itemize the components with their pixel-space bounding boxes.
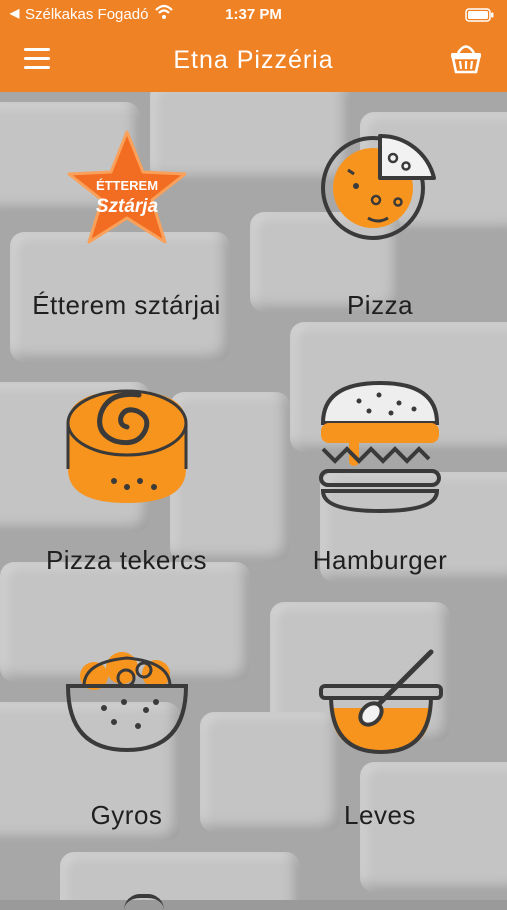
category-leves[interactable]: Leves	[253, 640, 507, 850]
navigation-bar: Etna Pizzéria	[0, 30, 507, 92]
clock: 1:37 PM	[225, 6, 282, 23]
category-label: Pizza tekercs	[45, 545, 208, 575]
category-pizza[interactable]: Pizza	[253, 120, 507, 330]
top-bar: ◀ Szélkakas Fogadó 1:37 PM Etna Pizzéria	[0, 0, 507, 92]
svg-text:ÉTTEREM: ÉTTEREM	[96, 178, 158, 193]
pizza-icon	[318, 130, 443, 245]
status-bar: ◀ Szélkakas Fogadó 1:37 PM	[0, 0, 507, 30]
svg-text:Sztárja: Sztárja	[96, 196, 159, 217]
category-label: Hamburger	[312, 545, 448, 575]
pizza-roll-icon	[64, 383, 190, 514]
basket-icon[interactable]	[449, 42, 483, 79]
category-hamburger[interactable]: Hamburger	[253, 375, 507, 585]
battery-icon	[465, 8, 495, 26]
category-label: Leves	[344, 800, 416, 830]
category-etterem-sztarjai[interactable]: ÉTTEREM Sztárja Étterem sztárjai	[0, 120, 253, 330]
page-title: Etna Pizzéria	[173, 46, 334, 74]
category-label: Étterem sztárjai	[32, 290, 221, 320]
hamburger-icon	[319, 379, 441, 520]
star-badge-icon: ÉTTEREM Sztárja	[65, 128, 190, 253]
category-label: Gyros	[90, 800, 163, 830]
gyros-bowl-icon	[64, 648, 190, 763]
soup-bowl-icon	[319, 648, 443, 763]
category-gyros[interactable]: Gyros	[0, 640, 253, 850]
category-pizza-tekercs[interactable]: Pizza tekercs	[0, 375, 253, 585]
category-label: Pizza	[346, 290, 414, 320]
